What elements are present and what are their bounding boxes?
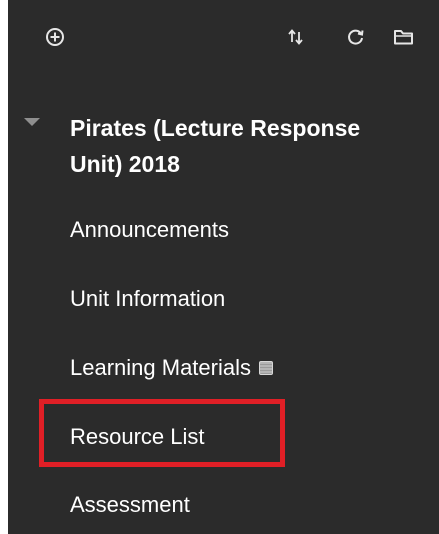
refresh-icon[interactable]: [343, 24, 369, 50]
menu-item-label: Assessment: [70, 492, 190, 517]
folder-icon[interactable]: [391, 24, 417, 50]
menu-item-label: Unit Information: [70, 286, 226, 311]
menu-item-label: Announcements: [70, 217, 229, 242]
course-menu-toolbar: [8, 0, 439, 80]
menu-item-unit-information[interactable]: Unit Information: [70, 284, 225, 314]
course-title[interactable]: Pirates (Lecture Response Unit) 2018: [70, 110, 390, 182]
collapse-caret-icon[interactable]: [24, 118, 40, 126]
menu-item-announcements[interactable]: Announcements: [70, 215, 229, 245]
menu-item-label: Learning Materials: [70, 355, 251, 380]
menu-item-learning-materials[interactable]: Learning Materials: [70, 353, 273, 383]
menu-item-label: Resource List: [70, 424, 205, 449]
course-menu-panel: Pirates (Lecture Response Unit) 2018 Ann…: [8, 0, 439, 534]
sort-arrows-icon[interactable]: [283, 24, 309, 50]
menu-item-assessment[interactable]: Assessment: [70, 490, 190, 520]
menu-item-resource-list[interactable]: Resource List: [70, 422, 205, 452]
add-circle-icon[interactable]: [42, 24, 68, 50]
hidden-from-students-icon: [258, 361, 273, 375]
course-header: Pirates (Lecture Response Unit) 2018: [8, 110, 439, 190]
